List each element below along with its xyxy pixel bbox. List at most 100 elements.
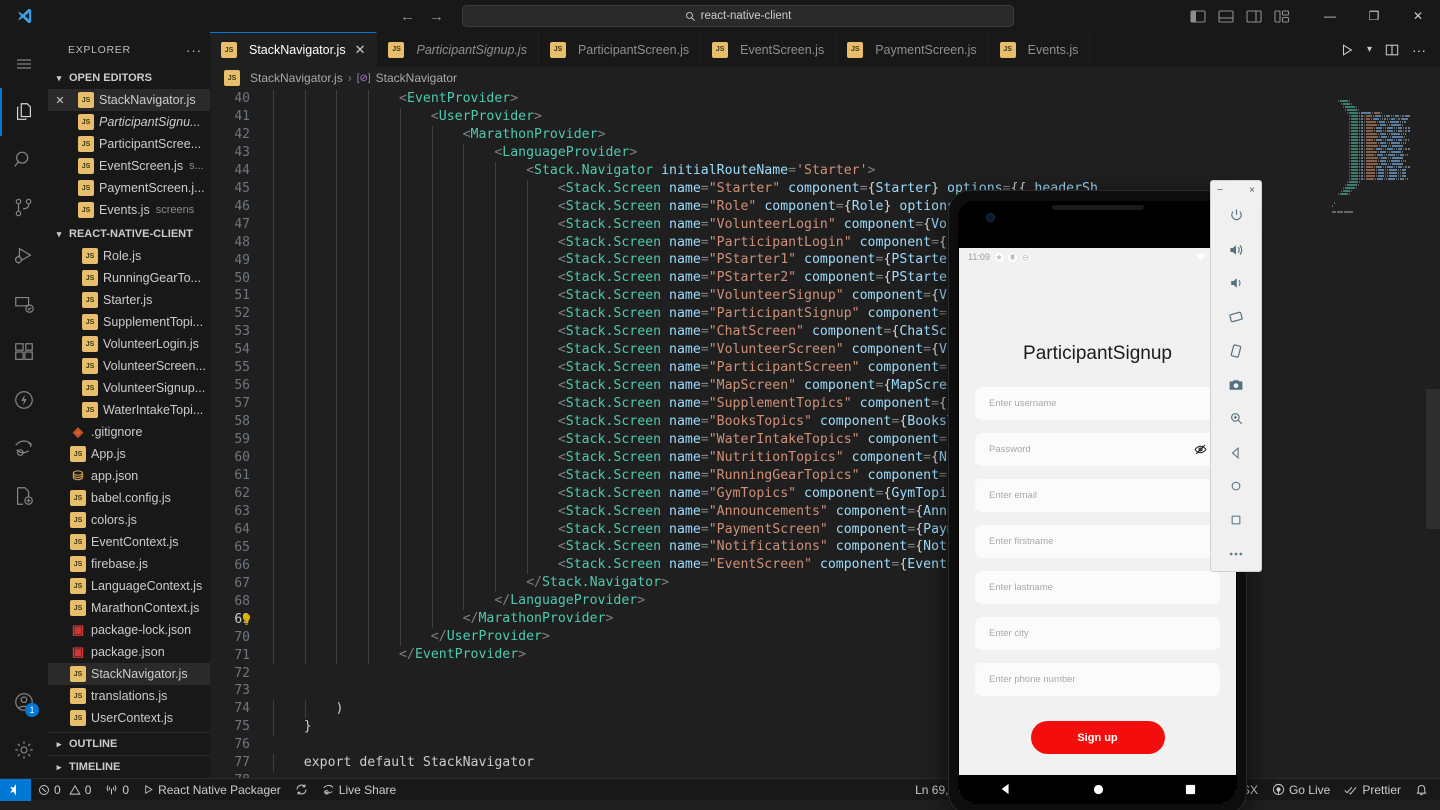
file-tree-item[interactable]: JS MarathonContext.js <box>48 597 210 619</box>
activity-bar-item-source-control[interactable] <box>0 184 48 232</box>
file-tree-item[interactable]: ◈ .gitignore <box>48 421 210 443</box>
more-actions-icon[interactable]: ··· <box>1412 43 1426 57</box>
activity-bar-item-testing[interactable] <box>0 472 48 520</box>
window-minimize-button[interactable]: — <box>1308 0 1352 32</box>
split-editor-icon[interactable] <box>1385 43 1399 57</box>
file-tree-item[interactable]: JS WaterIntakeTopi... <box>48 399 210 421</box>
rotate-left-icon[interactable] <box>1210 300 1262 334</box>
file-tree-item[interactable]: JS VolunteerLogin.js <box>48 333 210 355</box>
zoom-icon[interactable] <box>1210 402 1262 436</box>
home-icon[interactable] <box>1210 470 1262 504</box>
emulator-close-button[interactable]: × <box>1249 185 1255 196</box>
accounts-button[interactable]: 1 <box>0 678 48 726</box>
open-editor-item[interactable]: JS ParticipantScree... <box>48 133 210 155</box>
back-nav-icon[interactable] <box>1000 783 1012 795</box>
toggle-secondary-sidebar-icon[interactable] <box>1246 9 1262 24</box>
open-editor-item[interactable]: JS EventScreen.js s... <box>48 155 210 177</box>
react-native-packager-button[interactable]: React Native Packager <box>136 779 288 801</box>
more-icon[interactable] <box>1210 537 1262 571</box>
customize-layout-icon[interactable] <box>1274 9 1290 24</box>
file-tree-item[interactable]: JS RunningGearTo... <box>48 267 210 289</box>
emulator-minimize-button[interactable]: − <box>1217 185 1223 196</box>
activity-bar-item-thunder-client[interactable] <box>0 376 48 424</box>
file-tree-item[interactable]: JS UserContext.js <box>48 707 210 729</box>
file-tree-item[interactable]: JS StackNavigator.js <box>48 663 210 685</box>
activity-bar-item-search[interactable] <box>0 136 48 184</box>
firstname-field[interactable]: Enter firstname <box>975 525 1220 558</box>
editor-tab[interactable]: JS PaymentScreen.js <box>836 32 989 67</box>
file-tree-item[interactable]: JS EventContext.js <box>48 531 210 553</box>
command-center-search[interactable]: react-native-client <box>462 5 1014 27</box>
file-tree-item[interactable]: JS LanguageContext.js <box>48 575 210 597</box>
emulator-screen[interactable]: 11:09 ParticipantSignup Enter username P… <box>959 248 1236 803</box>
back-button[interactable]: ← <box>400 8 415 25</box>
file-tree-item[interactable]: JS VolunteerScreen... <box>48 355 210 377</box>
settings-gear-button[interactable] <box>0 726 48 774</box>
outline-section-header[interactable]: ▸ OUTLINE <box>48 732 210 755</box>
notifications-bell-icon[interactable] <box>1408 779 1440 801</box>
forward-button[interactable]: → <box>429 8 444 25</box>
android-emulator-window[interactable]: 11:09 ParticipantSignup Enter username P… <box>948 152 1262 810</box>
more-actions-icon[interactable]: ··· <box>186 42 202 58</box>
close-icon[interactable]: ✕ <box>52 94 68 107</box>
vertical-scrollbar[interactable] <box>1426 89 1440 778</box>
file-tree-item[interactable]: JS VolunteerSignup... <box>48 377 210 399</box>
activity-bar-item-extensions[interactable] <box>0 328 48 376</box>
editor-tab[interactable]: JS StackNavigator.js ✕ <box>210 32 378 67</box>
minimap[interactable] <box>1330 89 1426 778</box>
camera-icon[interactable] <box>1210 368 1262 402</box>
breadcrumb-file[interactable]: StackNavigator.js <box>250 71 343 85</box>
window-maximize-button[interactable]: ❐ <box>1352 0 1396 32</box>
editor-tab[interactable]: JS ParticipantScreen.js <box>538 32 702 67</box>
lightbulb-icon[interactable] <box>240 613 253 626</box>
phone-field[interactable]: Enter phone number <box>975 663 1220 696</box>
close-icon[interactable]: ✕ <box>355 42 366 58</box>
recents-nav-icon[interactable] <box>1185 784 1196 795</box>
run-icon[interactable] <box>1340 43 1354 57</box>
breadcrumb-symbol[interactable]: StackNavigator <box>376 71 457 85</box>
signup-button[interactable]: Sign up <box>1030 721 1165 754</box>
email-field[interactable]: Enter email <box>975 479 1220 512</box>
home-nav-icon[interactable] <box>1093 784 1104 795</box>
go-live-button[interactable]: Go Live <box>1265 779 1337 801</box>
volume-down-icon[interactable] <box>1210 267 1262 301</box>
prettier-button[interactable]: Prettier <box>1337 779 1408 801</box>
activity-bar-item-live-share[interactable] <box>0 424 48 472</box>
rotate-right-icon[interactable] <box>1210 334 1262 368</box>
project-section-header[interactable]: ▾ REACT-NATIVE-CLIENT <box>48 223 210 245</box>
remote-host-button[interactable] <box>0 778 31 801</box>
password-field[interactable]: Password <box>975 433 1220 466</box>
file-tree-item[interactable]: JS App.js <box>48 443 210 465</box>
problems-button[interactable]: 0 0 <box>31 779 98 801</box>
file-tree-item[interactable]: ▣ package-lock.json <box>48 619 210 641</box>
activity-bar-item-explorer[interactable] <box>0 88 48 136</box>
open-editor-item[interactable]: ✕ JS StackNavigator.js <box>48 89 210 111</box>
file-tree-item[interactable]: JS SupplementTopi... <box>48 311 210 333</box>
file-tree-item[interactable]: JS firebase.js <box>48 553 210 575</box>
overview-icon[interactable] <box>1210 503 1262 537</box>
timeline-section-header[interactable]: ▸ TIMELINE <box>48 755 210 778</box>
open-editors-section-header[interactable]: ▾ OPEN EDITORS <box>48 67 210 89</box>
open-editor-item[interactable]: JS ParticipantSignu... <box>48 111 210 133</box>
editor-tab[interactable]: JS ParticipantSignup.js <box>377 32 539 67</box>
open-editor-item[interactable]: JS PaymentScreen.j... <box>48 177 210 199</box>
file-tree-item[interactable]: JS babel.config.js <box>48 487 210 509</box>
lastname-field[interactable]: Enter lastname <box>975 571 1220 604</box>
menu-icon[interactable] <box>0 40 48 88</box>
toggle-panel-icon[interactable] <box>1218 9 1234 24</box>
toggle-primary-sidebar-icon[interactable] <box>1190 9 1206 24</box>
ports-button[interactable]: 0 <box>98 779 136 801</box>
file-tree-item[interactable]: JS translations.js <box>48 685 210 707</box>
toggle-password-visibility-icon[interactable] <box>1194 443 1207 456</box>
power-icon[interactable] <box>1210 199 1262 233</box>
file-tree-item[interactable]: ⛁ app.json <box>48 465 210 487</box>
activity-bar-item-remote-explorer[interactable] <box>0 280 48 328</box>
code-content[interactable]: <EventProvider> <UserProvider> <Marathon… <box>272 89 1440 778</box>
scrollbar-thumb[interactable] <box>1426 389 1440 529</box>
file-tree-item[interactable]: ▣ package.json <box>48 641 210 663</box>
file-tree-item[interactable]: JS Role.js <box>48 245 210 267</box>
activity-bar-item-run-debug[interactable] <box>0 232 48 280</box>
username-field[interactable]: Enter username <box>975 387 1220 420</box>
sync-button[interactable] <box>288 779 315 801</box>
file-tree-item[interactable]: JS colors.js <box>48 509 210 531</box>
